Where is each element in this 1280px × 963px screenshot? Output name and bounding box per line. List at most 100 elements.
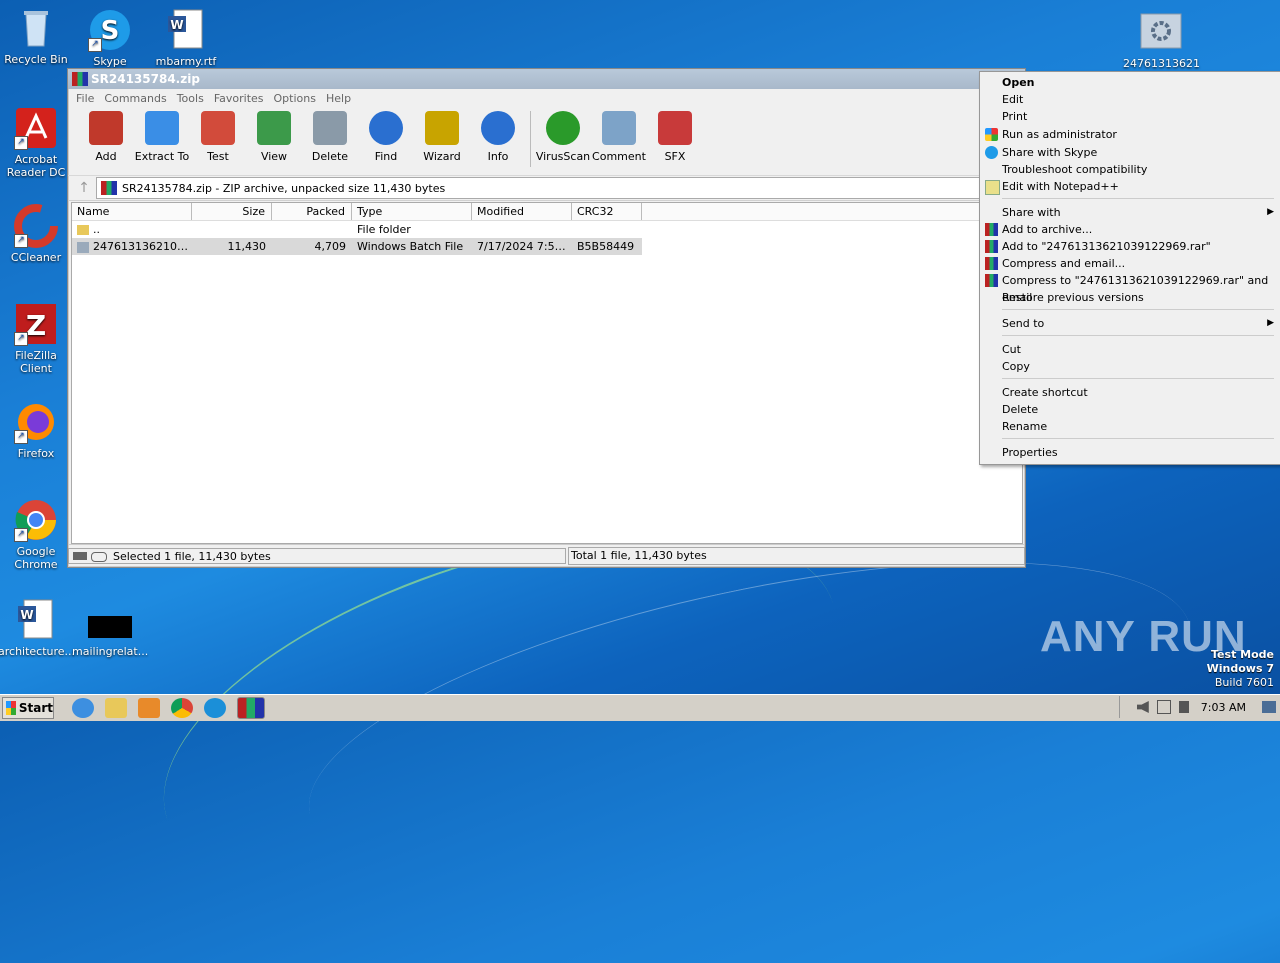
volume-icon[interactable] xyxy=(1136,701,1149,713)
menu-item-print[interactable]: Print xyxy=(980,108,1280,125)
column-type[interactable]: Type xyxy=(352,203,472,220)
shield-icon xyxy=(985,128,998,141)
svg-text:W: W xyxy=(170,18,183,32)
info-button[interactable]: Info xyxy=(470,111,526,163)
row-crc: B5B58449 xyxy=(577,240,635,253)
desktop-icon-chrome[interactable]: ↗ Google Chrome xyxy=(0,498,74,571)
extract-to-button[interactable]: Extract To xyxy=(134,111,190,163)
desktop-icon-rtf[interactable]: W mbarmy.rtf xyxy=(148,8,224,68)
desktop-icon-label: CCleaner xyxy=(10,251,62,264)
wizard-button[interactable]: Wizard xyxy=(414,111,470,163)
show-desktop-icon[interactable] xyxy=(1262,701,1276,713)
status-bar: Selected 1 file, 11,430 bytes Total 1 fi… xyxy=(68,544,1025,567)
menu-item-delete[interactable]: Delete xyxy=(980,401,1280,418)
virusscan-button[interactable]: VirusScan xyxy=(535,111,591,163)
menu-file[interactable]: File xyxy=(76,92,94,105)
status-left-text: Selected 1 file, 11,430 bytes xyxy=(113,550,271,563)
winrar-taskbar-icon[interactable] xyxy=(237,697,265,719)
menu-item-label: Run as administrator xyxy=(1002,128,1117,141)
row-size xyxy=(192,221,272,238)
flag-icon[interactable] xyxy=(1178,701,1189,713)
toolbar: Add Extract To Test View Delete Find Wiz… xyxy=(68,107,1025,176)
menu-item-open[interactable]: Open xyxy=(980,74,1280,91)
menu-options[interactable]: Options xyxy=(274,92,316,105)
menu-favorites[interactable]: Favorites xyxy=(214,92,264,105)
comment-button[interactable]: Comment xyxy=(591,111,647,163)
desktop-icon-label: 24761313621 xyxy=(1123,57,1200,70)
system-tray: 7:03 AM xyxy=(1119,696,1280,718)
column-crc32[interactable]: CRC32 xyxy=(572,203,642,220)
desktop-icon-mailing[interactable]: mailingrelat... xyxy=(72,598,148,658)
column-packed[interactable]: Packed xyxy=(272,203,352,220)
desktop-icon-filezilla[interactable]: Z ↗ FileZilla Client xyxy=(0,302,74,375)
menu-item-create-shortcut[interactable]: Create shortcut xyxy=(980,384,1280,401)
menu-item-copy[interactable]: Copy xyxy=(980,358,1280,375)
column-modified[interactable]: Modified xyxy=(472,203,572,220)
window-titlebar[interactable]: SR24135784.zip xyxy=(68,69,1025,89)
menu-item-rename[interactable]: Rename xyxy=(980,418,1280,435)
menu-commands[interactable]: Commands xyxy=(104,92,166,105)
desktop-icon-ccleaner[interactable]: ↗ CCleaner xyxy=(0,204,74,264)
delete-button[interactable]: Delete xyxy=(302,111,358,163)
start-button[interactable]: Start xyxy=(2,697,54,719)
menu-item-edit[interactable]: Edit xyxy=(980,91,1280,108)
toolbar-label: Delete xyxy=(311,150,349,163)
menu-item-send-to[interactable]: Send to ▶ xyxy=(980,315,1280,332)
comment-icon xyxy=(602,111,636,145)
menu-item-cut[interactable]: Cut xyxy=(980,341,1280,358)
desktop-icon-skype[interactable]: S ↗ Skype xyxy=(72,8,148,68)
menu-item-add-to-rar[interactable]: Add to "24761313621039122969.rar" xyxy=(980,238,1280,255)
view-button[interactable]: View xyxy=(246,111,302,163)
up-arrow-icon[interactable]: ↑ xyxy=(72,178,96,198)
media-player-taskbar-icon[interactable] xyxy=(138,698,160,718)
desktop-icon-label: mbarmy.rtf xyxy=(155,55,217,68)
column-size[interactable]: Size xyxy=(192,203,272,220)
desktop-icon-architecture[interactable]: W architecture... xyxy=(0,598,75,658)
clock[interactable]: 7:03 AM xyxy=(1201,701,1246,714)
desktop-icon-firefox[interactable]: ↗ Firefox xyxy=(0,400,74,460)
chrome-taskbar-icon[interactable] xyxy=(171,698,193,718)
svg-text:W: W xyxy=(20,608,33,622)
desktop-icon-recycle-bin[interactable]: Recycle Bin xyxy=(0,6,74,66)
address-field[interactable]: SR24135784.zip - ZIP archive, unpacked s… xyxy=(96,177,1065,199)
ie-taskbar-icon[interactable] xyxy=(72,698,94,718)
column-name[interactable]: Name xyxy=(72,203,192,220)
menu-item-compress-email[interactable]: Compress and email... xyxy=(980,255,1280,272)
menu-item-run-as-admin[interactable]: Run as administrator xyxy=(980,126,1280,143)
context-menu: Open Edit Print Run as administrator Sha… xyxy=(979,71,1280,465)
table-row[interactable]: 24761313621039... 11,430 4,709 Windows B… xyxy=(72,238,642,255)
winrar-icon xyxy=(985,223,998,236)
menu-item-share-with[interactable]: Share with ▶ xyxy=(980,204,1280,221)
edge-taskbar-icon[interactable] xyxy=(204,698,226,718)
sfx-button[interactable]: SFX xyxy=(647,111,703,163)
status-right: Total 1 file, 11,430 bytes xyxy=(568,547,1025,565)
menu-item-share-skype[interactable]: Share with Skype xyxy=(980,144,1280,161)
network-icon[interactable] xyxy=(1156,700,1171,714)
add-button[interactable]: Add xyxy=(78,111,134,163)
menu-item-add-archive[interactable]: Add to archive... xyxy=(980,221,1280,238)
window-title: SR24135784.zip xyxy=(91,72,200,86)
os-info-line: Windows 7 xyxy=(1206,662,1274,675)
menu-item-properties[interactable]: Properties xyxy=(980,444,1280,461)
toolbar-separator xyxy=(530,111,531,167)
menu-item-compress-to-rar-email[interactable]: Compress to "24761313621039122969.rar" a… xyxy=(980,272,1280,304)
test-button[interactable]: Test xyxy=(190,111,246,163)
row-crc xyxy=(572,221,642,238)
menu-item-label: Send to xyxy=(1002,317,1045,330)
trash-icon xyxy=(313,111,347,145)
menu-item-notepadpp[interactable]: Edit with Notepad++ xyxy=(980,178,1280,195)
explorer-taskbar-icon[interactable] xyxy=(105,698,127,718)
skype-icon: S ↗ xyxy=(88,8,132,52)
list-header: Name Size Packed Type Modified CRC32 xyxy=(72,203,1022,221)
desktop-icon-acrobat[interactable]: ↗ Acrobat Reader DC xyxy=(0,106,74,179)
os-info-line: Build 7601 xyxy=(1214,676,1274,689)
find-button[interactable]: Find xyxy=(358,111,414,163)
menu-tools[interactable]: Tools xyxy=(177,92,204,105)
menu-item-restore-versions[interactable]: Restore previous versions xyxy=(980,289,1280,306)
menu-separator xyxy=(1002,378,1274,379)
menu-item-troubleshoot[interactable]: Troubleshoot compatibility xyxy=(980,161,1280,178)
black-file-icon xyxy=(88,598,132,642)
menu-help[interactable]: Help xyxy=(326,92,351,105)
desktop-icon-batch[interactable]: 24761313621 xyxy=(1123,10,1200,70)
table-row[interactable]: .. File folder xyxy=(72,221,1022,238)
